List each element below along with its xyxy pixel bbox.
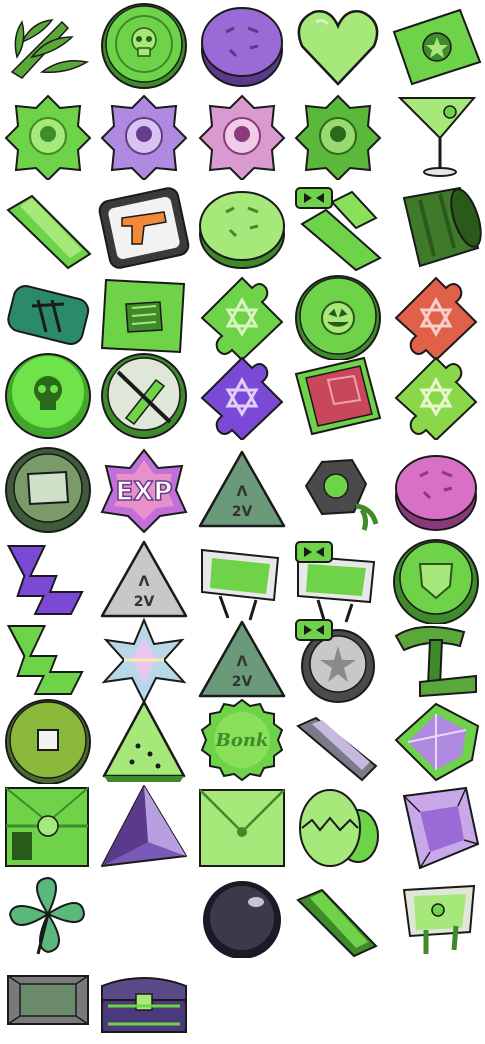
purple-bolt-icon bbox=[2, 536, 94, 624]
purple-crystal-icon bbox=[292, 696, 384, 784]
clover-icon bbox=[2, 870, 94, 958]
wheat-icon bbox=[2, 2, 94, 90]
purple-gem-icon bbox=[390, 696, 482, 784]
grenade-icon bbox=[292, 446, 384, 534]
grey-plaque-icon bbox=[2, 956, 94, 1044]
wrench-token-icon bbox=[98, 352, 190, 440]
pink-badge-icon bbox=[196, 92, 288, 180]
cocktail-icon bbox=[390, 92, 482, 180]
grey-triangle-icon: Λ 2V bbox=[196, 446, 288, 534]
tri-top-label: Λ bbox=[237, 484, 248, 500]
red-gem-card-icon bbox=[292, 352, 384, 440]
ancient-coin-icon bbox=[2, 696, 94, 784]
green-jar-icon bbox=[390, 870, 482, 958]
bottle-cap-icon: Bonk bbox=[196, 696, 288, 784]
purple-puzzle-star-icon bbox=[196, 352, 288, 440]
green-puzzle-star-icon bbox=[196, 272, 288, 360]
green-crystal-icon bbox=[2, 184, 94, 272]
bottle-cap-label: Bonk bbox=[215, 730, 269, 751]
fist-card-icon bbox=[98, 272, 190, 360]
green-shard-icon bbox=[292, 870, 384, 958]
pink-coin-icon bbox=[390, 446, 482, 534]
green-disc-icon bbox=[196, 184, 288, 272]
purple-orb-icon bbox=[390, 782, 482, 870]
red-puzzle-star-icon bbox=[390, 272, 482, 360]
envelope-icon bbox=[196, 782, 288, 870]
green-box-icon bbox=[2, 782, 94, 870]
skull-coin-icon bbox=[98, 2, 190, 90]
shield-coin-icon bbox=[390, 536, 482, 624]
exp-label: EXP bbox=[116, 477, 173, 507]
cash-bill-icon bbox=[390, 2, 482, 90]
empty-slot-1 bbox=[98, 870, 190, 958]
battery-icon bbox=[2, 272, 94, 360]
tri-top-label-3: Λ bbox=[237, 654, 248, 670]
prism-star-icon bbox=[98, 616, 190, 704]
green-hammer-icon bbox=[390, 616, 482, 704]
screen-token-icon bbox=[2, 446, 94, 534]
green-badge-icon bbox=[2, 92, 94, 180]
silver-triangle-icon: Λ 2V bbox=[98, 536, 190, 624]
double-crystal-icon bbox=[292, 184, 384, 272]
pumpkin-coin-icon bbox=[292, 272, 384, 360]
treasure-chest-icon bbox=[98, 956, 190, 1044]
tri-bottom-label-3: 2V bbox=[232, 674, 253, 690]
green-bolt-icon bbox=[2, 616, 94, 704]
exp-star-badge-icon: EXP bbox=[98, 446, 190, 534]
skull-token-icon bbox=[2, 352, 94, 440]
watermelon-icon bbox=[98, 696, 190, 784]
tri-bottom-label-2: 2V bbox=[134, 594, 155, 610]
sprite-sheet: EXP Λ 2V Λ 2V Λ 2V Bonk bbox=[0, 0, 485, 1033]
barrel-icon bbox=[390, 184, 482, 272]
black-orb-icon bbox=[196, 870, 288, 958]
purple-coin-icon bbox=[196, 2, 288, 90]
grey-triangle-icon-2: Λ 2V bbox=[196, 616, 288, 704]
purple-badge-icon bbox=[98, 92, 190, 180]
silver-star-coin-icon bbox=[292, 616, 384, 704]
pistol-card-icon bbox=[98, 184, 190, 272]
heart-icon bbox=[292, 2, 384, 90]
green-badge-icon-2 bbox=[292, 92, 384, 180]
green-canister-icon bbox=[196, 536, 288, 624]
double-canister-icon bbox=[292, 536, 384, 624]
green-egg-icon bbox=[292, 782, 384, 870]
purple-pyramid-icon bbox=[98, 782, 190, 870]
green-puzzle-star-icon-2 bbox=[390, 352, 482, 440]
tri-bottom-label: 2V bbox=[232, 504, 253, 520]
tri-top-label-2: Λ bbox=[139, 574, 150, 590]
